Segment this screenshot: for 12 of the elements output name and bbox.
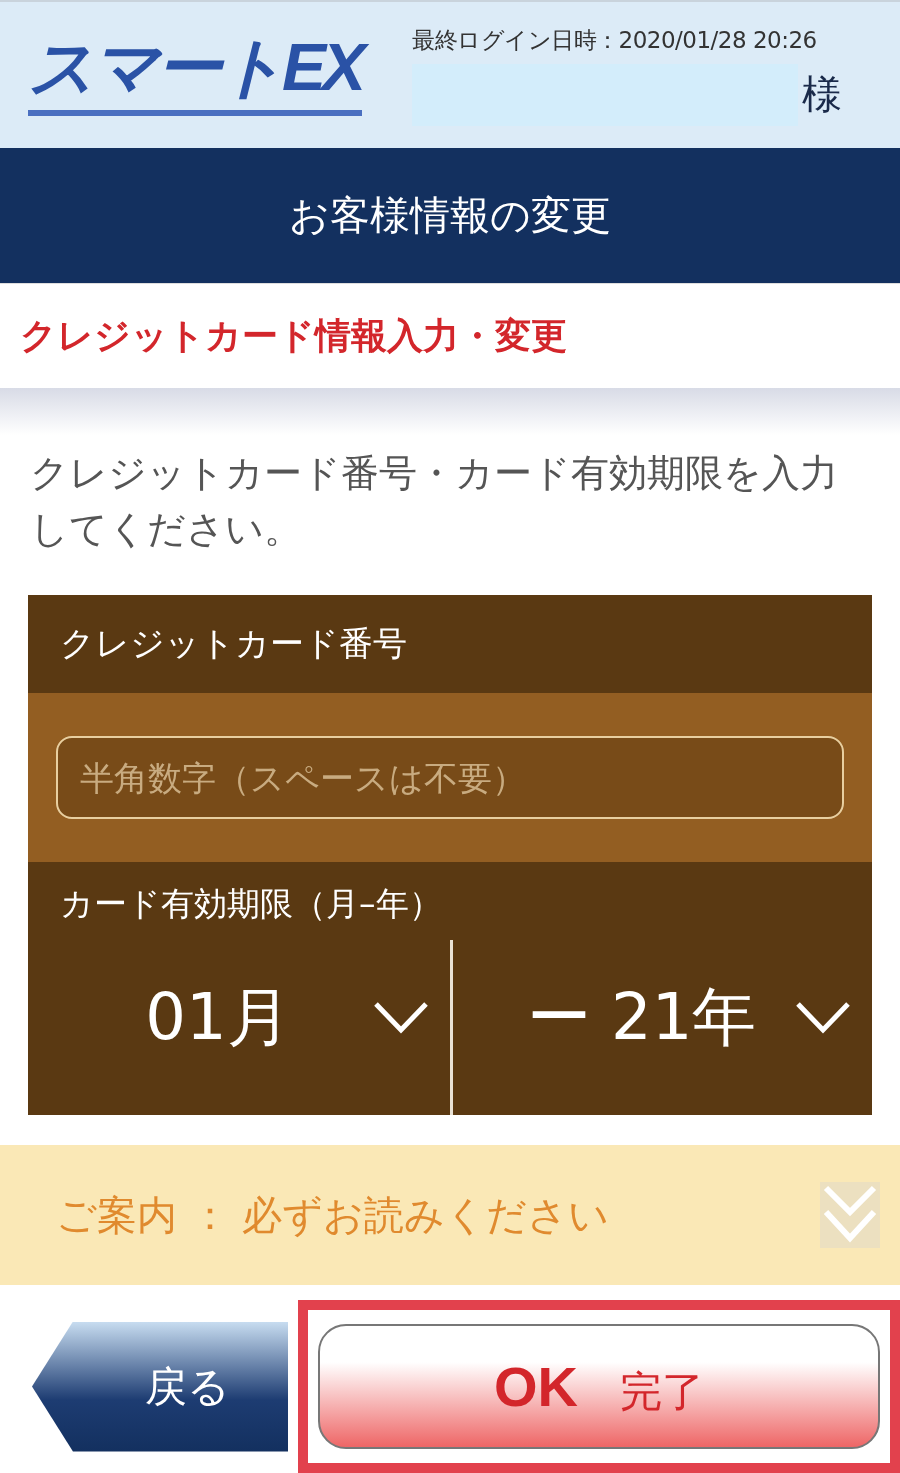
back-button[interactable]: 戻る [32,1321,288,1452]
select-dropdown[interactable]: 01月 [28,940,450,1115]
page-title: お客様情報の変更 [289,191,611,240]
instruction-text: クレジットカード番号・カード有効期限を入力してください。 [29,450,839,553]
ok-button[interactable]: OK 完了 [318,1324,880,1449]
last-login-text: 最終ログイン日時：2020/01/28 20:26 [412,25,818,55]
card-number-field[interactable]: 半角数字（スペースは不要） [56,736,844,819]
section-heading: クレジットカード情報入力・変更 [20,313,567,358]
field-label: クレジットカード番号 [59,622,408,665]
field-label: カード有効期限（月–年） [59,883,443,925]
honorific-text: 様 [802,70,842,119]
select-dropdown[interactable]: ー 21年 [450,940,872,1115]
